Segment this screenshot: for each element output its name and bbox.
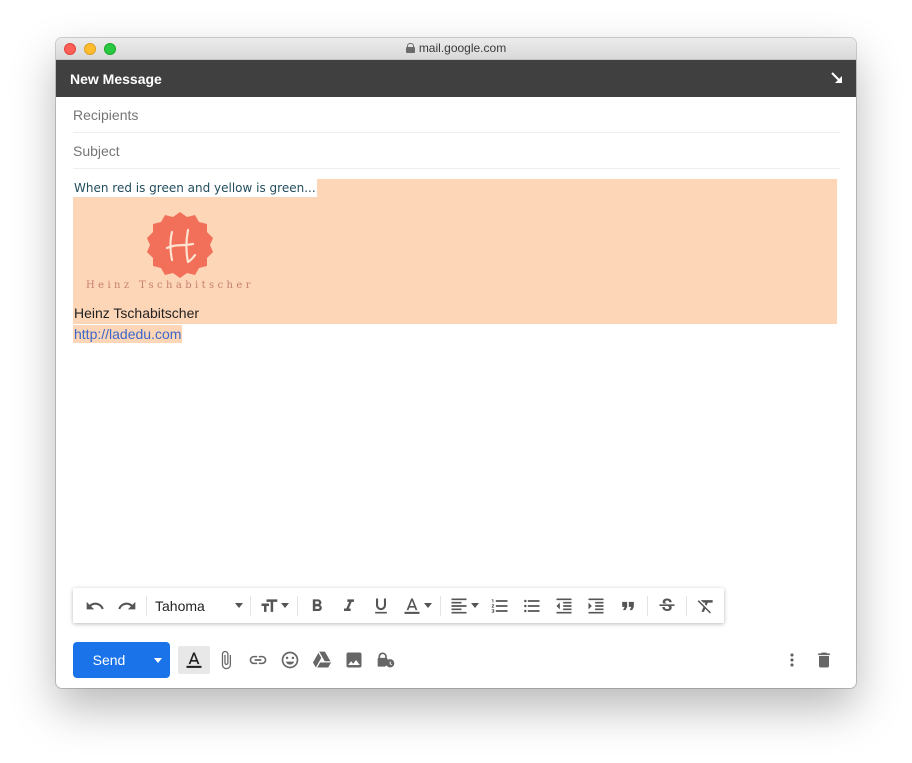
- signature-logo-text: Heinz Tschabitscher: [86, 280, 254, 291]
- redo-icon: [118, 601, 136, 609]
- bold-button[interactable]: [301, 592, 333, 620]
- more-options-icon: [790, 653, 794, 667]
- text-size-icon: [261, 598, 278, 612]
- browser-window: mail.google.com New Message Recipients S…: [56, 38, 856, 688]
- attach-button[interactable]: [210, 646, 242, 674]
- remove-formatting-button[interactable]: [690, 592, 722, 620]
- numbered-list-button[interactable]: [484, 592, 516, 620]
- bold-icon: [312, 598, 322, 611]
- formatting-options-button[interactable]: [178, 646, 210, 674]
- toolbar-separator: [647, 595, 648, 616]
- full-screen-icon[interactable]: [830, 71, 844, 85]
- toolbar-separator: [297, 595, 298, 616]
- formatting-options-icon: [186, 652, 202, 668]
- body-intro-text: When red is green and yellow is green...: [73, 179, 317, 197]
- more-options-button[interactable]: [776, 646, 808, 674]
- undo-button[interactable]: [79, 592, 111, 620]
- title-bar: mail.google.com: [56, 38, 856, 60]
- send-label: Send: [92, 652, 126, 668]
- strikethrough-button[interactable]: [651, 592, 683, 620]
- compose-actions-bar: Send: [73, 642, 840, 678]
- confidential-mode-button[interactable]: [370, 646, 402, 674]
- compose-actions-right: [776, 646, 840, 674]
- chevron-down-icon: [235, 603, 243, 608]
- text-size-button[interactable]: [254, 592, 294, 620]
- subject-field[interactable]: Subject: [73, 133, 840, 169]
- insert-link-button[interactable]: [242, 646, 274, 674]
- signature-name: Heinz Tschabitscher: [74, 305, 200, 321]
- bulleted-list-icon: [524, 599, 540, 612]
- drive-icon: [312, 651, 332, 668]
- italic-button[interactable]: [333, 592, 365, 620]
- message-body[interactable]: When red is green and yellow is green...…: [73, 179, 838, 343]
- numbered-list-icon: [491, 598, 508, 613]
- indent-less-icon: [556, 598, 572, 613]
- indent-more-icon: [588, 598, 604, 613]
- font-family-value: Tahoma: [155, 597, 205, 614]
- indent-more-button[interactable]: [580, 592, 612, 620]
- chevron-down-icon: [471, 603, 479, 608]
- underline-button[interactable]: [365, 592, 397, 620]
- toolbar-separator: [146, 595, 147, 616]
- lock-icon: [405, 43, 415, 53]
- address-bar[interactable]: mail.google.com: [56, 41, 856, 55]
- discard-icon: [818, 652, 830, 668]
- chevron-down-icon: [424, 603, 432, 608]
- insert-link-icon: [249, 655, 267, 665]
- undo-icon: [86, 601, 104, 609]
- recipients-field[interactable]: Recipients: [73, 97, 840, 133]
- insert-photo-icon: [346, 652, 362, 668]
- discard-draft-button[interactable]: [808, 646, 840, 674]
- signature-link[interactable]: http://ladedu.com: [73, 325, 183, 343]
- strikethrough-icon: [659, 598, 675, 611]
- insert-drive-button[interactable]: [306, 646, 338, 674]
- indent-less-button[interactable]: [548, 592, 580, 620]
- insert-photo-button[interactable]: [338, 646, 370, 674]
- quote-button[interactable]: [612, 592, 644, 620]
- send-button[interactable]: Send: [73, 642, 170, 678]
- italic-icon: [344, 598, 354, 611]
- align-icon: [451, 598, 467, 613]
- text-color-button[interactable]: [397, 592, 437, 620]
- compose-title: New Message: [70, 70, 162, 87]
- confidential-mode-icon: [377, 652, 395, 668]
- signature-logo-icon: [147, 212, 213, 278]
- compose-header: New Message: [56, 60, 856, 97]
- formatting-toolbar: Tahoma: [73, 588, 724, 623]
- toolbar-separator: [686, 595, 687, 616]
- url-text: mail.google.com: [418, 41, 507, 55]
- align-button[interactable]: [444, 592, 484, 620]
- redo-button[interactable]: [111, 592, 143, 620]
- toolbar-separator: [250, 595, 251, 616]
- send-options-chevron-icon[interactable]: [154, 658, 162, 663]
- emoji-icon: [281, 651, 299, 669]
- text-color-icon: [404, 598, 420, 614]
- chevron-down-icon: [281, 603, 289, 608]
- signature-block: When red is green and yellow is green...…: [73, 179, 837, 324]
- font-family-select[interactable]: Tahoma: [150, 592, 247, 620]
- recipients-placeholder: Recipients: [73, 106, 139, 123]
- toolbar-separator: [440, 595, 441, 616]
- remove-formatting-icon: [697, 599, 713, 613]
- subject-placeholder: Subject: [73, 142, 120, 159]
- underline-icon: [375, 598, 387, 613]
- emoji-button[interactable]: [274, 646, 306, 674]
- attach-icon: [221, 650, 231, 670]
- quote-icon: [622, 601, 634, 610]
- bulleted-list-button[interactable]: [516, 592, 548, 620]
